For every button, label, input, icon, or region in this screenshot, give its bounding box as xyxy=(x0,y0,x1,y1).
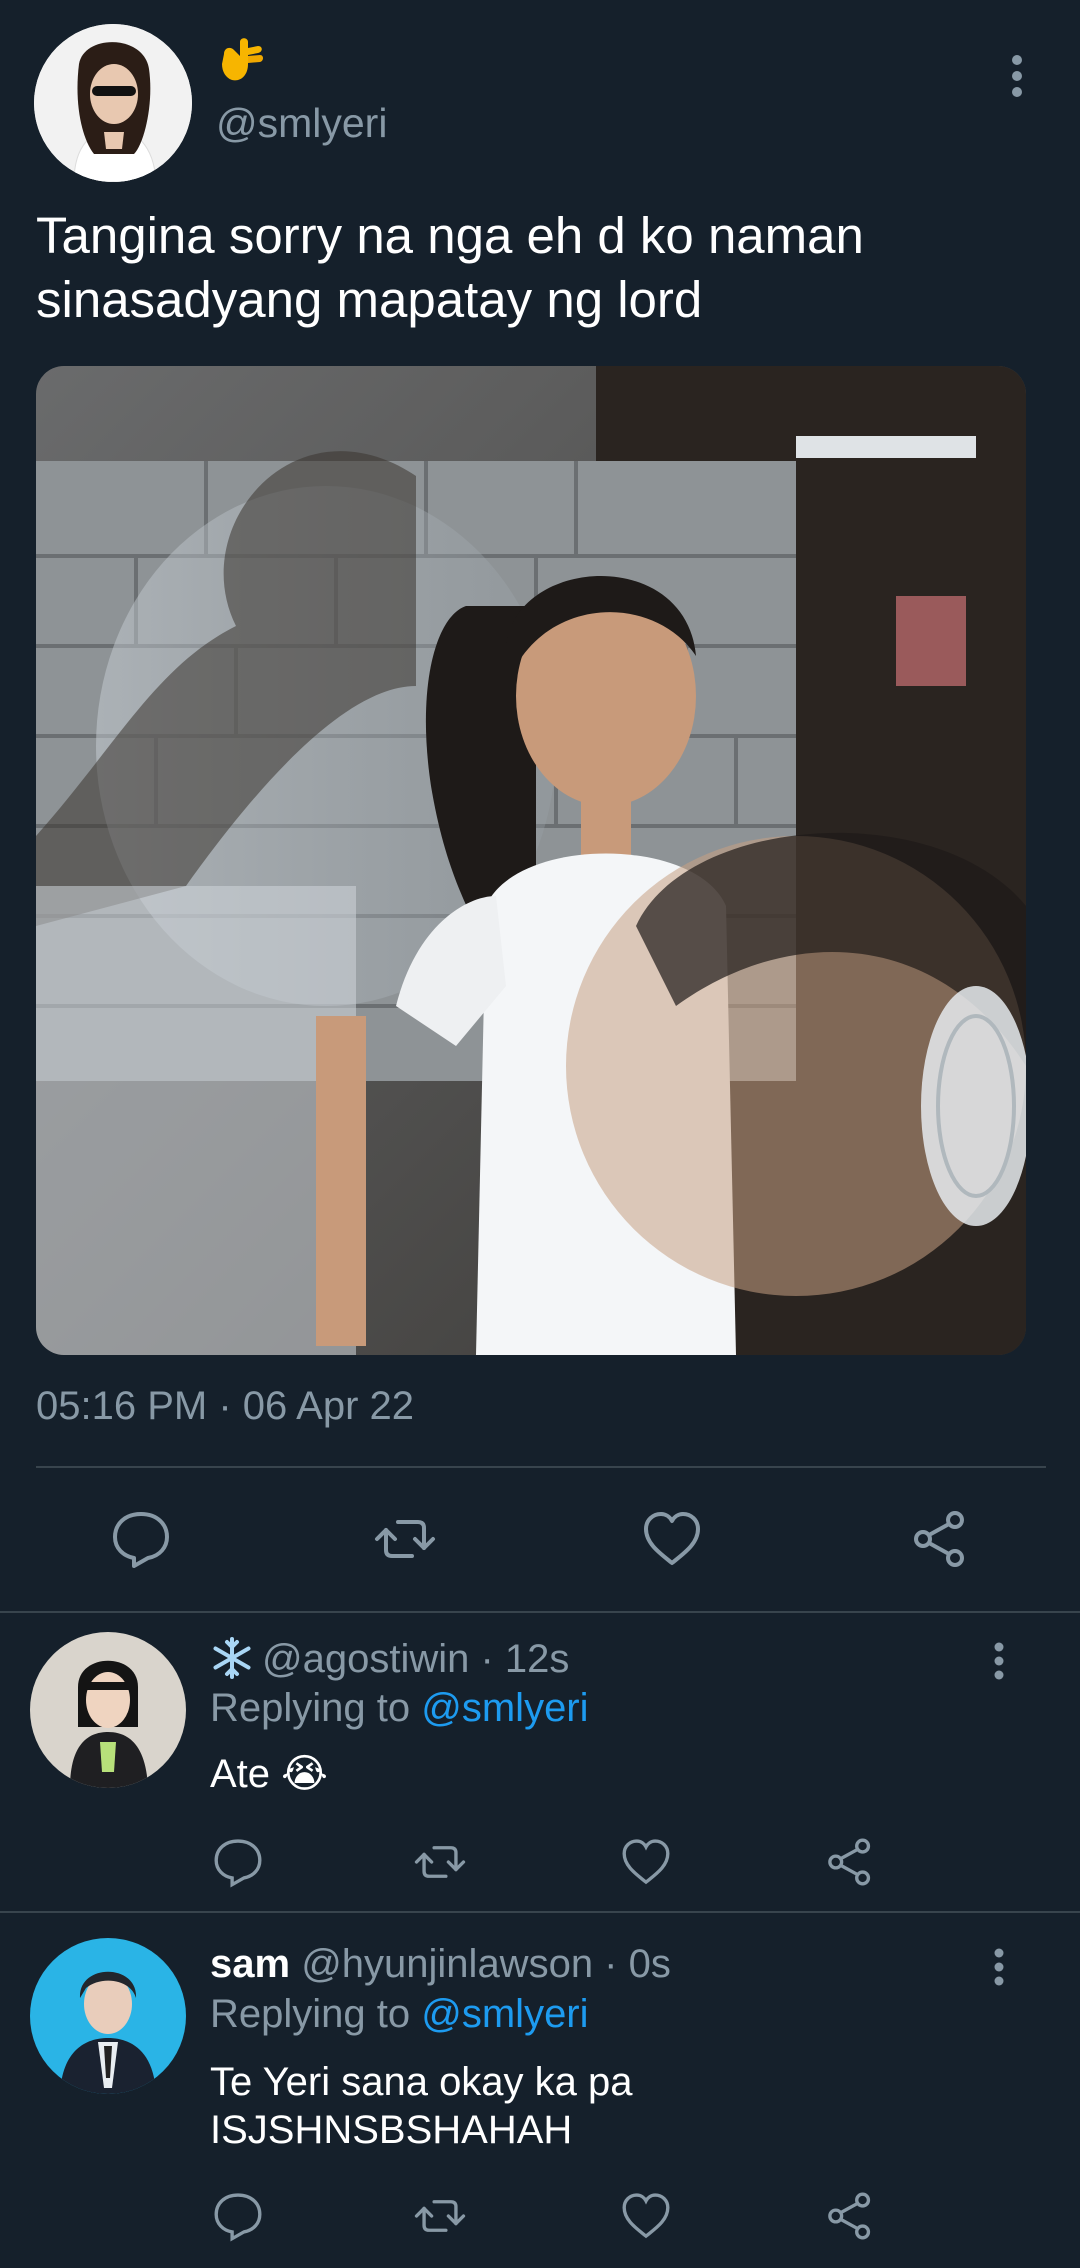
reply-icon[interactable] xyxy=(110,1508,172,1570)
replying-to-link[interactable]: @smlyeri xyxy=(421,1992,588,2036)
more-options-icon[interactable] xyxy=(984,1640,1014,1684)
more-options-icon[interactable] xyxy=(984,1946,1014,1990)
reply-text: Ate 😭 xyxy=(210,1752,328,1796)
like-icon[interactable] xyxy=(620,2190,672,2242)
divider xyxy=(0,1611,1080,1613)
replying-to-line: Replying to @smlyeri xyxy=(210,1992,589,2037)
tweet-photo[interactable] xyxy=(36,366,1026,1355)
reply-text-line-2: ISJSHNSBSHAHAH xyxy=(210,2108,573,2152)
like-icon[interactable] xyxy=(641,1508,703,1570)
retweet-icon[interactable] xyxy=(374,1508,436,1570)
reply-header: @agostiwin · 12s xyxy=(210,1636,569,1682)
reply-header: sam @hyunjinlawson · 0s xyxy=(210,1942,671,1987)
reply-time: · 12s xyxy=(469,1637,570,1681)
replying-to-line: Replying to @smlyeri xyxy=(210,1686,589,1731)
share-icon[interactable] xyxy=(824,1836,876,1888)
divider xyxy=(36,1466,1046,1468)
tweet-timestamp: 05:16 PM · 06 Apr 22 xyxy=(36,1384,415,1428)
like-icon[interactable] xyxy=(620,1836,672,1888)
reply-icon[interactable] xyxy=(212,1836,264,1888)
tweet-text: Tangina sorry na nga eh d ko naman sinas… xyxy=(36,204,1036,332)
reply-time: · 0s xyxy=(593,1942,671,1986)
tweet-text-line-2: sinasadyang mapatay ng lord xyxy=(36,271,703,328)
reply-text: Te Yeri sana okay ka pa ISJSHNSBSHAHAH xyxy=(210,2058,1010,2154)
retweet-icon[interactable] xyxy=(414,1836,466,1888)
share-icon[interactable] xyxy=(824,2190,876,2242)
divider xyxy=(0,1911,1080,1913)
reply-icon[interactable] xyxy=(212,2190,264,2242)
hand-emoji-icon xyxy=(218,34,266,86)
snowflake-icon xyxy=(210,1636,254,1680)
avatar[interactable] xyxy=(30,1938,186,2094)
tweet-text-line-1: Tangina sorry na nga eh d ko naman xyxy=(36,207,864,264)
avatar[interactable] xyxy=(30,1632,186,1788)
reply-text-line-1: Te Yeri sana okay ka pa xyxy=(210,2060,633,2104)
author-handle[interactable]: @smlyeri xyxy=(216,100,387,147)
retweet-icon[interactable] xyxy=(414,2190,466,2242)
share-icon[interactable] xyxy=(909,1508,971,1570)
author-avatar[interactable] xyxy=(34,24,192,182)
reply-handle[interactable]: @agostiwin xyxy=(262,1637,469,1681)
more-options-icon[interactable] xyxy=(1002,52,1032,102)
replying-to-label: Replying to xyxy=(210,1992,411,2036)
reply-handle[interactable]: @hyunjinlawson xyxy=(301,1942,593,1986)
replying-to-label: Replying to xyxy=(210,1686,411,1730)
reply-display-name[interactable]: sam xyxy=(210,1942,290,1986)
replying-to-link[interactable]: @smlyeri xyxy=(421,1686,588,1730)
